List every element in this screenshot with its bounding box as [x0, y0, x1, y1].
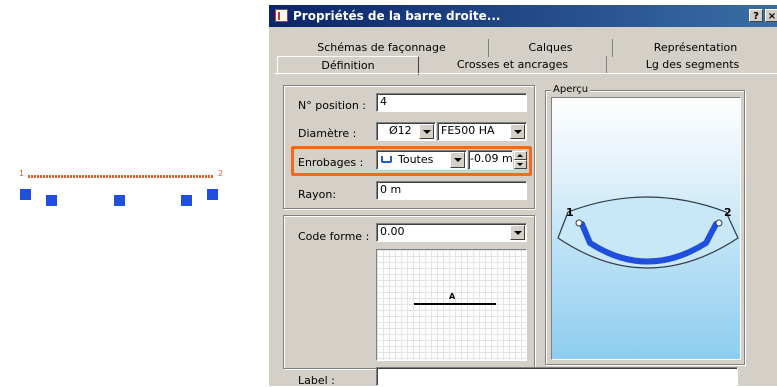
tab-schemas-faconnage[interactable]: Schémas de façonnage	[275, 39, 489, 57]
tab-representation[interactable]: Représentation	[613, 39, 777, 57]
diametre-value: Ø12	[389, 124, 412, 137]
preview-title: Aperçu	[551, 84, 591, 95]
code-forme-value: 0.00	[380, 225, 405, 238]
enrobages-label: Enrobages :	[298, 156, 364, 169]
rayon-input[interactable]: 0 m	[376, 181, 527, 200]
chevron-down-icon[interactable]	[510, 124, 525, 139]
drawing-canvas[interactable]: 1 2	[0, 0, 268, 385]
cover-icon	[381, 156, 392, 163]
properties-dialog: Propriétés de la barre droite... ? × Sch…	[268, 4, 777, 387]
enrobages-select[interactable]: Toutes	[376, 150, 467, 170]
rebar-line[interactable]	[28, 175, 214, 178]
bar-end-right-marker: 2	[218, 169, 224, 178]
help-button[interactable]: ?	[749, 9, 763, 22]
label-input[interactable]	[376, 367, 738, 386]
chevron-down-icon[interactable]	[450, 152, 465, 168]
bar-end-left-marker: 1	[19, 169, 25, 178]
chevron-down-icon[interactable]	[419, 124, 434, 139]
enrobages-spinner[interactable]	[514, 151, 527, 169]
diametre-select[interactable]: Ø12	[376, 122, 436, 141]
grip-handle[interactable]	[114, 195, 125, 206]
dialog-titlebar[interactable]: Propriétés de la barre droite... ? ×	[269, 5, 777, 27]
tab-divider	[275, 73, 777, 74]
spin-up-icon[interactable]	[514, 151, 527, 160]
enrobages-offset-input[interactable]: -0.09 m	[468, 150, 513, 170]
tab-lg-segments[interactable]: Lg des segments	[607, 56, 777, 74]
grip-handle[interactable]	[20, 189, 31, 200]
app-icon	[275, 9, 288, 22]
tab-calques[interactable]: Calques	[489, 39, 613, 57]
grip-handle[interactable]	[181, 195, 192, 206]
shape-segment-label: A	[449, 292, 456, 301]
dialog-title: Propriétés de la barre droite...	[293, 9, 501, 23]
acier-select[interactable]: FE500 HA	[437, 122, 527, 141]
close-button[interactable]: ×	[765, 9, 777, 22]
label-label: Label :	[298, 374, 335, 387]
diametre-label: Diamètre :	[298, 127, 357, 140]
rayon-label: Rayon:	[298, 188, 337, 201]
tab-crosses-ancrages[interactable]: Crosses et ancrages	[419, 56, 607, 74]
enrobages-value: Toutes	[398, 153, 434, 166]
spin-down-icon[interactable]	[514, 160, 527, 169]
position-label: N° position :	[298, 99, 366, 112]
shape-grid-preview: A	[376, 249, 527, 361]
bent-bar-preview	[557, 196, 739, 269]
code-forme-label: Code forme :	[298, 230, 370, 243]
shape-segment-line	[414, 303, 496, 305]
preview-end-1: 1	[566, 206, 574, 219]
preview-end-2: 2	[724, 206, 732, 219]
grip-handle[interactable]	[207, 189, 218, 200]
code-forme-select[interactable]: 0.00	[376, 223, 527, 242]
preview-canvas: 1 2	[551, 97, 741, 360]
acier-value: FE500 HA	[441, 124, 495, 137]
grip-handle[interactable]	[46, 195, 57, 206]
position-input[interactable]: 4	[376, 93, 527, 112]
chevron-down-icon[interactable]	[510, 225, 525, 240]
